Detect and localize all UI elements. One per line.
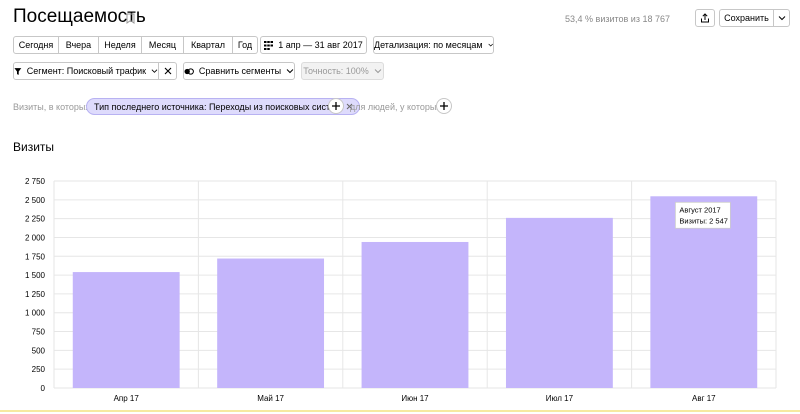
- detail-label: Детализация: по месяцам: [374, 40, 483, 50]
- segment-label: Сегмент: Поисковый трафик: [26, 66, 147, 76]
- x-tick-label: Июл 17: [546, 394, 574, 403]
- visits-bar-chart: 0 250 500 750 1 000 1 250 1 500 1 750 2 000 2 250…: [25, 177, 777, 403]
- y-tick-label: 2 250: [25, 215, 46, 224]
- x-tick-label: Апр 17: [114, 394, 140, 403]
- period-year[interactable]: Год: [233, 36, 258, 54]
- clear-segment-button[interactable]: [158, 62, 177, 80]
- y-tick-label: 1 250: [25, 290, 46, 299]
- chevron-down-icon: [488, 43, 493, 47]
- y-tick-label: 1 500: [25, 271, 46, 280]
- period-selector: Сегодня Вчера Неделя Месяц Квартал Год: [13, 36, 258, 54]
- visits-filter-label: Визиты, в которых: [13, 102, 90, 112]
- add-visit-filter-button[interactable]: [328, 98, 344, 114]
- y-tick-label: 2 000: [25, 233, 46, 242]
- add-people-filter-button[interactable]: [436, 98, 452, 114]
- accuracy-dropdown[interactable]: Точность: 100%: [301, 62, 384, 80]
- period-yesterday[interactable]: Вчера: [59, 36, 99, 54]
- save-options-button[interactable]: [773, 9, 790, 27]
- bar: [361, 241, 469, 388]
- funnel-icon: [14, 67, 22, 75]
- detail-dropdown[interactable]: Детализация: по месяцам: [373, 36, 494, 54]
- plus-icon: [332, 102, 340, 110]
- date-range-button[interactable]: 1 апр — 31 авг 2017: [260, 36, 367, 54]
- y-tick-label: 0: [41, 384, 46, 393]
- chevron-down-icon: [151, 69, 158, 73]
- calendar-icon: [264, 40, 274, 50]
- y-tick-label: 500: [32, 346, 46, 355]
- x-tick-label: Авг 17: [692, 394, 716, 403]
- date-range-label: 1 апр — 31 авг 2017: [278, 40, 363, 50]
- segment-dropdown[interactable]: Сегмент: Поисковый трафик: [13, 62, 159, 80]
- chip-label: Тип последнего источника: Переходы из по…: [94, 101, 342, 112]
- y-tick-label: 1 000: [25, 309, 46, 318]
- share-icon: [701, 13, 709, 23]
- compare-segments-dropdown[interactable]: Сравнить сегменты: [183, 62, 295, 80]
- compare-segments-icon: [184, 67, 194, 75]
- accuracy-label: Точность: 100%: [303, 66, 369, 76]
- period-week[interactable]: Неделя: [99, 36, 142, 54]
- period-today[interactable]: Сегодня: [13, 36, 59, 54]
- tooltip-title: Август 2017: [679, 205, 720, 214]
- y-tick-label: 750: [32, 328, 46, 337]
- compare-label: Сравнить сегменты: [198, 66, 282, 76]
- tooltip-value: Визиты: 2 547: [679, 216, 728, 225]
- bookmark-icon[interactable]: [126, 13, 135, 24]
- chevron-down-icon: [778, 16, 785, 21]
- bar: [217, 258, 325, 388]
- bar: [505, 217, 613, 388]
- plus-icon: [440, 102, 448, 110]
- chevron-down-icon: [286, 69, 294, 74]
- chevron-down-icon: [374, 69, 382, 74]
- period-month[interactable]: Месяц: [142, 36, 184, 54]
- x-tick-label: Май 17: [257, 394, 284, 403]
- y-tick-label: 1 750: [25, 252, 46, 261]
- y-tick-label: 2 750: [25, 177, 46, 186]
- section-title: Визиты: [13, 140, 55, 154]
- visits-summary: 53,4 % визитов из 18 767: [565, 14, 670, 24]
- bar: [72, 272, 180, 388]
- y-tick-label: 2 500: [25, 196, 46, 205]
- close-icon: [164, 67, 171, 75]
- share-button[interactable]: [695, 9, 715, 27]
- y-tick-label: 250: [32, 365, 46, 374]
- period-quarter[interactable]: Квартал: [184, 36, 233, 54]
- people-filter-label: для людей, у которых: [350, 102, 441, 112]
- source-filter-chip[interactable]: Тип последнего источника: Переходы из по…: [86, 98, 361, 115]
- save-button[interactable]: Сохранить: [719, 9, 774, 27]
- bottom-divider: [0, 410, 800, 412]
- x-tick-label: Июн 17: [401, 394, 429, 403]
